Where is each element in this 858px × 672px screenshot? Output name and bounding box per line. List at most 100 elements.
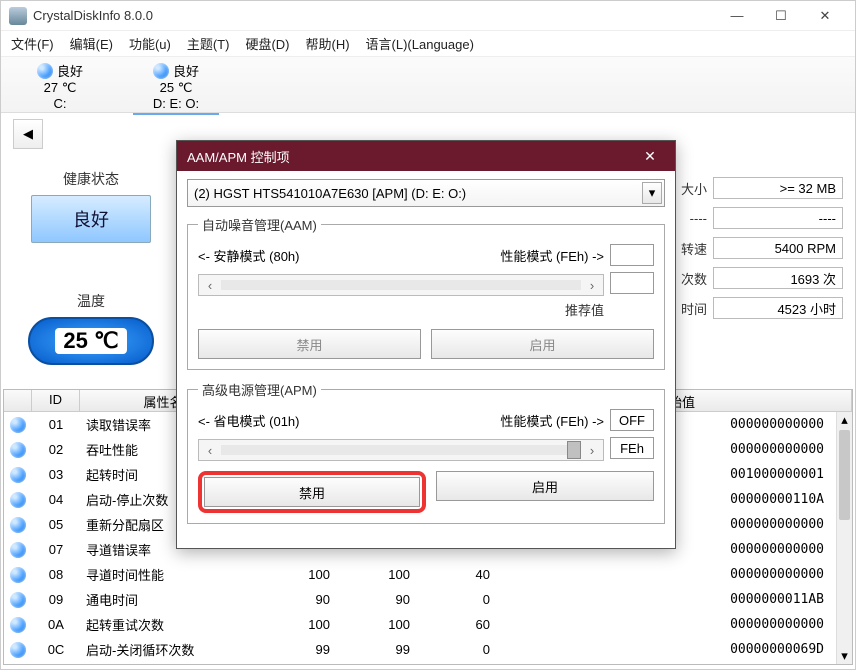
drive-tab-1[interactable]: 良好 25 ℃ D: E: O:	[133, 61, 219, 115]
cell-name: 寻道时间性能	[80, 565, 260, 584]
apm-value: FEh	[610, 437, 654, 459]
apm-perf-label: 性能模式 (FEh) ->	[500, 411, 604, 430]
slider-left-icon[interactable]: ‹	[199, 443, 221, 458]
table-row[interactable]: 0C启动-关闭循环次数9999000000000069D	[4, 637, 836, 662]
cell-c: 0	[420, 642, 500, 657]
apm-group: 高级电源管理(APM) <- 省电模式 (01h) 性能模式 (FEh) -> …	[187, 380, 665, 524]
cell-id: 01	[32, 417, 80, 432]
menu-file[interactable]: 文件(F)	[11, 34, 54, 53]
cell-b: 99	[340, 642, 420, 657]
status-orb-icon	[10, 442, 26, 458]
cell-id: 07	[32, 542, 80, 557]
status-orb-icon	[10, 617, 26, 633]
aam-enable-button[interactable]: 启用	[431, 329, 654, 359]
menu-help[interactable]: 帮助(H)	[306, 34, 350, 53]
cell-b: 90	[340, 592, 420, 607]
menu-disk[interactable]: 硬盘(D)	[245, 34, 289, 53]
apm-current-value: OFF	[610, 409, 654, 431]
cell-a: 99	[260, 642, 340, 657]
cell-a: 100	[260, 617, 340, 632]
status-orb-icon	[10, 567, 26, 583]
slider-right-icon[interactable]: ›	[581, 278, 603, 293]
dialog-title: AAM/APM 控制项	[187, 147, 635, 166]
chevron-down-icon: ▾	[642, 182, 662, 204]
apm-legend: 高级电源管理(APM)	[198, 380, 321, 399]
apm-save-label: <- 省电模式 (01h)	[198, 411, 494, 430]
aam-group: 自动噪音管理(AAM) <- 安静模式 (80h) 性能模式 (FEh) -> …	[187, 215, 665, 370]
apm-slider[interactable]: ‹ ›	[198, 439, 604, 461]
temp-block: 温度 25 ℃	[13, 291, 169, 365]
info-row: 大小>= 32 MB	[667, 177, 843, 199]
menu-edit[interactable]: 编辑(E)	[70, 34, 113, 53]
slider-right-icon[interactable]: ›	[581, 443, 603, 458]
status-orb-icon	[10, 492, 26, 508]
menu-func[interactable]: 功能(u)	[129, 34, 171, 53]
apm-enable-button[interactable]: 启用	[436, 471, 654, 501]
info-row: --------	[667, 207, 843, 229]
cell-c: 40	[420, 567, 500, 582]
menu-lang[interactable]: 语言(L)(Language)	[366, 34, 474, 53]
cell-name: 启动-关闭循环次数	[80, 640, 260, 659]
table-row[interactable]: 08寻道时间性能10010040000000000000	[4, 562, 836, 587]
cell-c: 0	[420, 592, 500, 607]
dialog-titlebar[interactable]: AAM/APM 控制项 ✕	[177, 141, 675, 171]
drive-select[interactable]: (2) HGST HTS541010A7E630 [APM] (D: E: O:…	[187, 179, 665, 207]
info-row: 转速5400 RPM	[667, 237, 843, 259]
aam-slider[interactable]: ‹ ›	[198, 274, 604, 296]
cell-b: 100	[340, 617, 420, 632]
table-row[interactable]: 09通电时间909000000000011AB	[4, 587, 836, 612]
cell-id: 09	[32, 592, 80, 607]
col-id[interactable]: ID	[32, 390, 80, 411]
cell-id: 0C	[32, 642, 80, 657]
aam-rec-value	[610, 272, 654, 294]
table-row[interactable]: BF加速度感应错误率1001000000000000000	[4, 662, 836, 664]
cell-id: 05	[32, 517, 80, 532]
info-row: 时间4523 小时	[667, 297, 843, 319]
cell-id: 08	[32, 567, 80, 582]
status-orb-icon	[10, 417, 26, 433]
scroll-down-button[interactable]: ▾	[837, 648, 852, 664]
drive-status: 良好	[173, 61, 199, 80]
status-orb-icon	[10, 517, 26, 533]
scroll-up-button[interactable]: ▴	[837, 412, 852, 428]
maximize-button[interactable]: ☐	[759, 2, 803, 30]
dialog-close-button[interactable]: ✕	[635, 148, 665, 165]
status-orb-icon	[37, 63, 53, 79]
aam-disable-button[interactable]: 禁用	[198, 329, 421, 359]
scroll-thumb[interactable]	[839, 430, 850, 520]
cell-id: 04	[32, 492, 80, 507]
aam-apm-dialog: AAM/APM 控制项 ✕ (2) HGST HTS541010A7E630 […	[176, 140, 676, 549]
drive-status: 良好	[57, 61, 83, 80]
status-orb-icon	[10, 467, 26, 483]
cell-id: 02	[32, 442, 80, 457]
cell-a: 100	[260, 567, 340, 582]
health-value: 良好	[31, 195, 151, 243]
cell-name: 通电时间	[80, 590, 260, 609]
health-block: 健康状态 良好	[13, 169, 169, 243]
health-label: 健康状态	[13, 169, 169, 189]
info-panel: 大小>= 32 MB -------- 转速5400 RPM 次数1693 次 …	[667, 177, 843, 327]
aam-perf-label: 性能模式 (FEh) ->	[500, 246, 604, 265]
apm-disable-button[interactable]: 禁用	[204, 477, 420, 507]
scrollbar[interactable]: ▴ ▾	[836, 412, 852, 664]
prev-drive-button[interactable]: ◀	[13, 119, 43, 149]
menu-theme[interactable]: 主题(T)	[187, 34, 230, 53]
cell-c: 60	[420, 617, 500, 632]
cell-id: 03	[32, 467, 80, 482]
app-title: CrystalDiskInfo 8.0.0	[33, 8, 715, 23]
drive-temp: 27 ℃	[17, 80, 103, 96]
status-orb-icon	[10, 592, 26, 608]
slider-thumb[interactable]	[567, 441, 581, 459]
drive-temp: 25 ℃	[133, 80, 219, 96]
app-icon	[9, 7, 27, 25]
slider-left-icon[interactable]: ‹	[199, 278, 221, 293]
minimize-button[interactable]: —	[715, 2, 759, 30]
close-button[interactable]: ✕	[803, 2, 847, 30]
table-row[interactable]: 0A起转重试次数10010060000000000000	[4, 612, 836, 637]
drive-tab-0[interactable]: 良好 27 ℃ C:	[17, 61, 103, 115]
aam-legend: 自动噪音管理(AAM)	[198, 215, 321, 234]
cell-raw: 000000000000	[500, 567, 836, 582]
cell-raw: 0000000011AB	[500, 592, 836, 607]
status-orb-icon	[10, 642, 26, 658]
cell-raw: 000000000000	[500, 617, 836, 632]
